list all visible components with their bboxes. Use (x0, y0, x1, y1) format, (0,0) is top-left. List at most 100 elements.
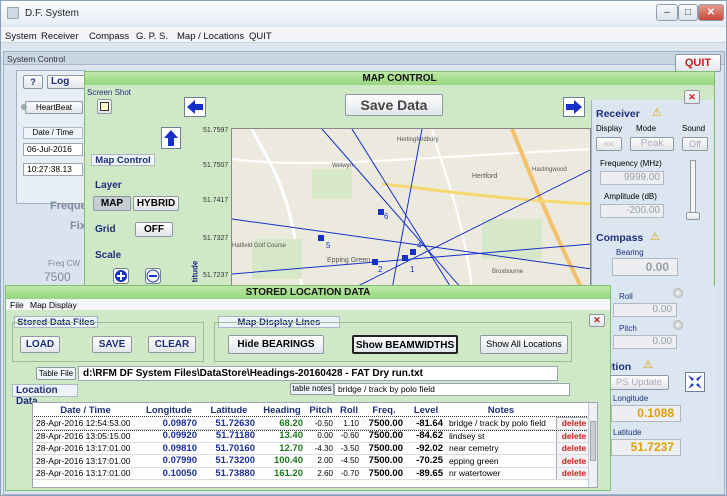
map-left-button[interactable] (184, 97, 206, 117)
save-data-button[interactable]: Save Data (345, 94, 443, 116)
time-field: 10:27:38.13 (23, 163, 83, 176)
amplitude-label: Amplitude (dB) (604, 192, 657, 201)
col-latitude: Latitude (210, 404, 248, 416)
help-button[interactable]: ? (23, 75, 43, 89)
delete-button[interactable]: delete (555, 429, 593, 443)
minimize-button[interactable]: – (656, 4, 678, 21)
cell-freq: 7500.00 (362, 429, 406, 443)
table-row[interactable]: 28-Apr-2016 13:17:01.00 0.09810 51.70160… (33, 441, 593, 455)
cell-pitch: 2.60 (306, 467, 336, 480)
place-label: Hertingfordbury (397, 137, 439, 143)
zoom-out-button[interactable] (145, 268, 161, 284)
cell-longitude: 0.09810 (138, 442, 200, 455)
menu-map-locations[interactable]: Map / Locations (177, 31, 244, 42)
cell-notes[interactable]: lindsey st (446, 429, 556, 443)
log-button[interactable]: Log (47, 75, 87, 89)
level-slider-track[interactable] (690, 160, 696, 218)
stored-close-button[interactable]: ✕ (589, 314, 605, 327)
table-row[interactable]: 28-Apr-2016 13:05:15.00 0.09920 51.71180… (33, 429, 593, 443)
load-button[interactable]: LOAD (20, 336, 60, 353)
show-beamwidths-button[interactable]: Show BEAMWIDTHS (352, 335, 458, 354)
cell-notes[interactable]: nr watertower (446, 467, 556, 480)
location-marker[interactable] (410, 249, 416, 255)
location-marker[interactable] (372, 259, 378, 265)
menu-gps[interactable]: G. P. S. (136, 31, 168, 42)
display-label: Display (596, 124, 623, 133)
delete-button[interactable]: delete (555, 454, 593, 468)
stored-menu-map-display[interactable]: Map Display (30, 300, 77, 310)
amplitude-display: -200.00 (600, 204, 664, 218)
quit-button[interactable]: QUIT (675, 54, 721, 72)
gps-center-button[interactable] (685, 372, 705, 392)
screenshot-button[interactable] (97, 99, 112, 114)
location-marker[interactable] (402, 255, 408, 261)
arrow-up-icon (164, 130, 178, 146)
map-right-button[interactable] (563, 97, 585, 117)
hybrid-layer-button[interactable]: HYBRID (133, 196, 179, 211)
menu-compass[interactable]: Compass (89, 31, 129, 42)
cell-notes[interactable]: bridge / track by polo field (446, 417, 556, 430)
hide-bearings-button[interactable]: Hide BEARINGS (228, 335, 324, 354)
heartbeat-indicator (21, 104, 27, 110)
zoom-in-button[interactable] (113, 268, 129, 284)
cell-heading: 161.20 (258, 467, 306, 480)
delete-button[interactable]: delete (555, 466, 593, 480)
stored-menu-file[interactable]: File (10, 300, 24, 310)
longitude-display: 0.1088 (611, 405, 681, 422)
peak-button[interactable]: Peak (630, 137, 674, 151)
map-up-button[interactable] (161, 127, 181, 149)
lat-tick: 51.7417 (203, 197, 229, 204)
heartbeat-button[interactable]: HeartBeat (25, 101, 83, 114)
frequency-label: Freque (50, 200, 87, 212)
display-back-button[interactable]: << (596, 137, 622, 151)
cell-date-time: 28-Apr-2016 13:05:15.00 (33, 429, 138, 443)
delete-button[interactable]: delete (555, 441, 593, 455)
table-notes-field[interactable]: bridge / track by polo field (334, 383, 570, 396)
table-scrollbar-thumb[interactable] (590, 421, 596, 461)
table-row[interactable]: 28-Apr-2016 13:17:01.00 0.07990 51.73200… (33, 454, 593, 468)
roll-display: 0.00 (613, 303, 677, 317)
cell-latitude: 51.72630 (200, 417, 258, 430)
menu-receiver[interactable]: Receiver (41, 31, 79, 42)
window-title: D.F. System (25, 8, 79, 19)
gps-update-button[interactable]: PS Update (609, 375, 669, 390)
bearing-label: Bearing (616, 248, 644, 257)
sound-off-button[interactable]: Off (682, 137, 708, 151)
level-slider-handle[interactable] (686, 212, 700, 220)
col-pitch: Pitch (309, 404, 333, 416)
map-view[interactable]: Welwyn Hertingfordbury Hertford Hastingw… (231, 128, 591, 288)
location-marker[interactable] (378, 209, 384, 215)
pitch-label: Pitch (619, 324, 637, 333)
cell-notes[interactable]: epping green (446, 454, 556, 468)
grid-toggle-button[interactable]: OFF (135, 222, 173, 237)
cell-pitch: 2.00 (306, 454, 336, 468)
map-layer-button[interactable]: MAP (93, 196, 131, 211)
menu-quit[interactable]: QUIT (249, 31, 272, 42)
table-row[interactable]: 28-Apr-2016 12:54:53.00 0.09870 51.72630… (33, 416, 593, 431)
close-button[interactable]: ✕ (698, 4, 724, 21)
location-marker[interactable] (318, 235, 324, 241)
show-all-locations-button[interactable]: Show All Locations (480, 335, 568, 354)
map-control-title: MAP CONTROL (85, 72, 714, 85)
table-row[interactable]: 28-Apr-2016 13:17:01.00 0.10050 51.73880… (33, 466, 593, 480)
cell-date-time: 28-Apr-2016 13:17:01.00 (33, 454, 138, 468)
sound-label: Sound (682, 124, 706, 133)
map-close-button[interactable]: ✕ (684, 90, 700, 104)
clear-button[interactable]: CLEAR (148, 336, 196, 353)
table-scrollbar[interactable] (588, 403, 597, 487)
arrow-left-icon (187, 100, 203, 114)
app-icon (7, 7, 19, 19)
cell-notes[interactable]: near cemetry (446, 442, 556, 455)
cell-date-time: 28-Apr-2016 13:17:01.00 (33, 467, 138, 480)
stored-location-title: STORED LOCATION DATA (6, 286, 610, 299)
marker-label: 5 (326, 241, 331, 250)
maximize-button[interactable]: □ (678, 4, 698, 21)
cell-latitude: 51.73200 (200, 454, 258, 468)
delete-button[interactable]: delete (555, 416, 593, 430)
lat-tick: 51.7597 (203, 127, 229, 134)
location-table-container: Date / Time Longitude Latitude Heading P… (32, 402, 598, 488)
menu-system[interactable]: System (5, 31, 37, 42)
warning-icon: ⚠ (652, 107, 662, 119)
save-button[interactable]: SAVE (92, 336, 132, 353)
receiver-title: Receiver (596, 108, 640, 120)
